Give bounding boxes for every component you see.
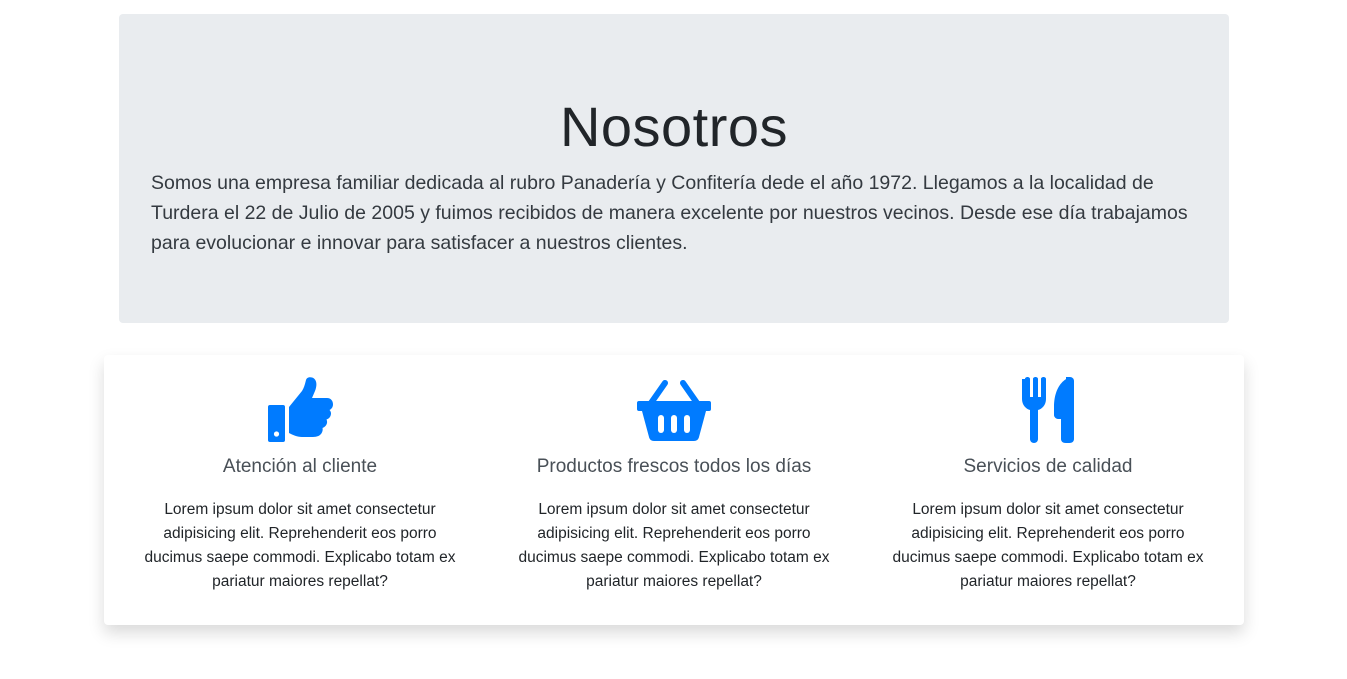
about-jumbotron: Nosotros Somos una empresa familiar dedi… [119, 14, 1229, 323]
feature-text: Lorem ipsum dolor sit amet consectetur a… [144, 501, 456, 590]
features-card: Atención al cliente Lorem ipsum dolor si… [104, 355, 1244, 625]
feature-title: Productos frescos todos los días [536, 456, 812, 477]
feature-title: Servicios de calidad [963, 456, 1133, 477]
feature-title: Atención al cliente [222, 456, 378, 477]
thumbs-up-icon [267, 377, 333, 443]
feature-customer-service: Atención al cliente Lorem ipsum dolor si… [130, 355, 470, 625]
shopping-basket-icon [637, 377, 711, 443]
page: Nosotros Somos una empresa familiar dedi… [0, 0, 1347, 679]
about-title: Nosotros [559, 95, 789, 158]
about-description: Somos una empresa familiar dedicada al r… [151, 172, 1188, 254]
feature-quality-service: Servicios de calidad Lorem ipsum dolor s… [878, 355, 1218, 625]
feature-text: Lorem ipsum dolor sit amet consectetur a… [518, 501, 830, 590]
feature-fresh-products: Productos frescos todos los días Lorem i… [504, 355, 844, 625]
feature-text: Lorem ipsum dolor sit amet consectetur a… [892, 501, 1204, 590]
utensils-icon [1020, 377, 1076, 443]
